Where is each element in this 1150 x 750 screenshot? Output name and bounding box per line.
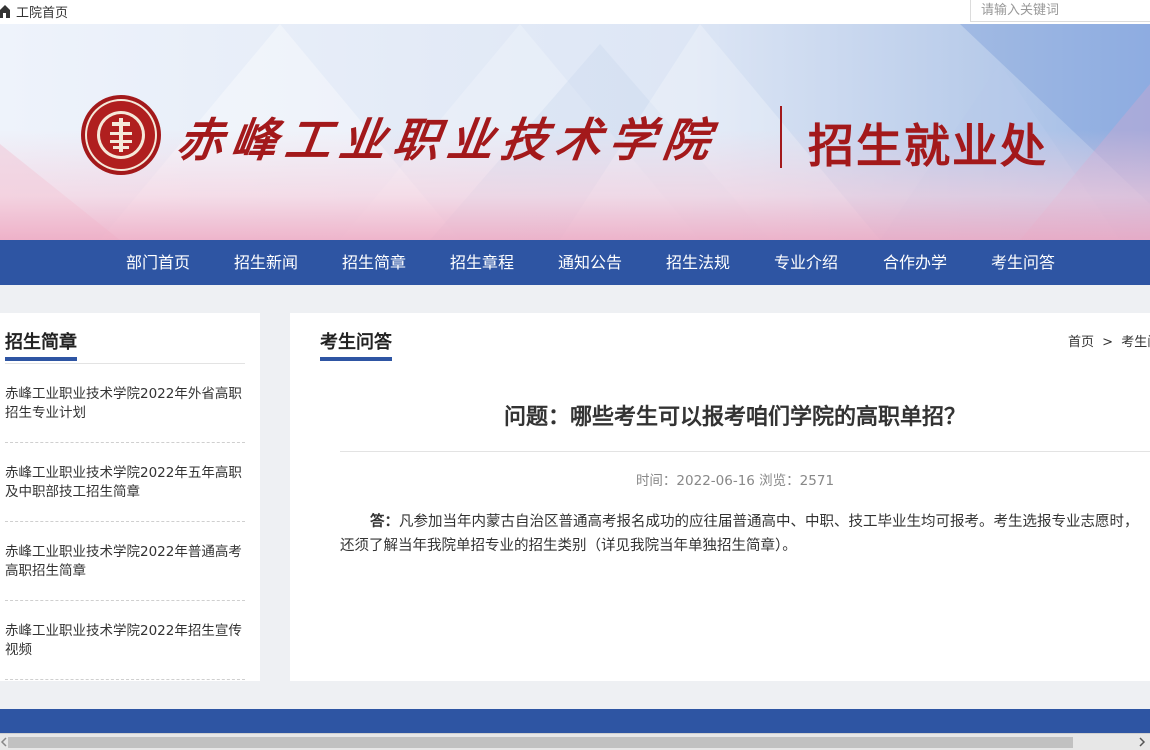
top-bar: 工院首页 [0, 0, 1150, 24]
main-content: 考生问答 首页 > 考生问答 问题：哪些考生可以报考咱们学院的高职单招？ 时间：… [290, 313, 1150, 681]
scroll-right-icon[interactable] [1136, 736, 1148, 748]
nav-item-notices[interactable]: 通知公告 [558, 240, 622, 285]
search-input[interactable] [970, 0, 1150, 22]
nav-item-majors[interactable]: 专业介绍 [774, 240, 838, 285]
nav-item-regulations[interactable]: 招生法规 [666, 240, 730, 285]
nav-item-qa[interactable]: 考生问答 [991, 240, 1055, 285]
college-home-link[interactable]: 工院首页 [0, 2, 69, 21]
breadcrumb-current[interactable]: 考生问答 [1121, 335, 1150, 350]
sidebar-item[interactable]: 赤峰工业职业技术学院2022年五年高职及中职部技工招生简章 [5, 464, 245, 502]
breadcrumb-home[interactable]: 首页 [1068, 335, 1094, 350]
sidebar-divider [5, 363, 245, 364]
college-home-label: 工院首页 [16, 5, 69, 21]
sidebar-title-underline [5, 357, 77, 361]
article-meta: 时间：2022-06-16 浏览：2571 [635, 473, 835, 489]
main-nav: 部门首页 招生新闻 招生简章 招生章程 通知公告 招生法规 专业介绍 合作办学 … [0, 240, 1150, 285]
breadcrumb-separator: > [1102, 335, 1114, 350]
scrollbar-thumb[interactable] [8, 737, 1073, 748]
section-title: 考生问答 [320, 332, 392, 353]
sidebar-item-divider [5, 600, 245, 601]
nav-item-cooperation[interactable]: 合作办学 [883, 240, 947, 285]
question-title: 问题：哪些考生可以报考咱们学院的高职单招？ [503, 405, 966, 430]
sidebar-title: 招生简章 [5, 332, 77, 353]
answer-label: 答： [370, 514, 399, 530]
answer-text: 凡参加当年内蒙古自治区普通高考报名成功的应往届普通高中、中职、技工毕业生均可报考… [340, 514, 1139, 554]
nav-item-dept-home[interactable]: 部门首页 [126, 240, 190, 285]
home-icon [0, 5, 10, 18]
department-title: 招生就业处 [808, 119, 1048, 173]
college-name: 赤峰工业职业技术学院 [173, 113, 722, 167]
sidebar-item[interactable]: 赤峰工业职业技术学院2022年招生宣传视频 [5, 622, 245, 660]
horizontal-scrollbar[interactable] [0, 733, 1150, 750]
banner-divider [780, 106, 782, 168]
sidebar-item[interactable]: 赤峰工业职业技术学院2022年外省高职招生专业计划 [5, 385, 245, 423]
sidebar-item-divider [5, 679, 245, 680]
nav-item-admission-charter[interactable]: 招生章程 [450, 240, 514, 285]
content-divider [340, 451, 1150, 452]
college-logo-seal [81, 95, 161, 175]
sidebar-item[interactable]: 赤峰工业职业技术学院2022年普通高考高职招生简章 [5, 543, 245, 581]
scroll-left-icon[interactable] [0, 736, 8, 748]
header-banner: 赤峰工业职业技术学院 招生就业处 [0, 24, 1150, 240]
breadcrumb: 首页 > 考生问答 [1068, 331, 1150, 350]
nav-item-admission-news[interactable]: 招生新闻 [234, 240, 298, 285]
sidebar-item-divider [5, 521, 245, 522]
nav-item-admission-brochure[interactable]: 招生简章 [342, 240, 406, 285]
sidebar-item-divider [5, 442, 245, 443]
sidebar: 招生简章 赤峰工业职业技术学院2022年外省高职招生专业计划 赤峰工业职业技术学… [0, 313, 260, 681]
section-title-underline [320, 357, 392, 361]
answer-body: 答：凡参加当年内蒙古自治区普通高考报名成功的应往届普通高中、中职、技工毕业生均可… [340, 510, 1145, 558]
